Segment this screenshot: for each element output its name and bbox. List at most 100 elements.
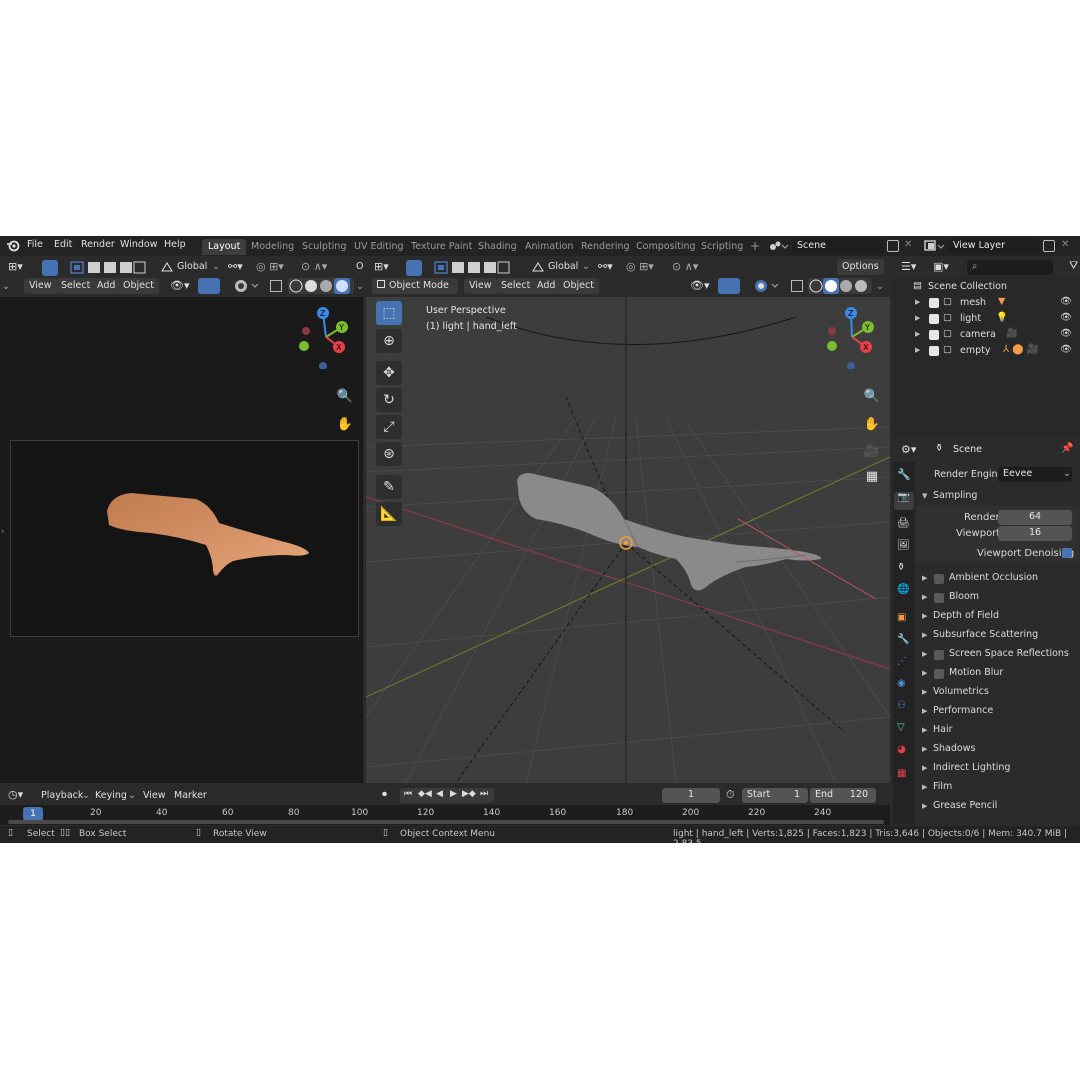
overlay-toggle-icon[interactable] — [754, 279, 782, 293]
menu-keying[interactable]: Keying — [95, 790, 127, 801]
scale-tool-icon[interactable]: ⤢ — [376, 415, 402, 439]
cursor-tool-icon[interactable]: ⊕ — [376, 329, 402, 353]
new-scene-icon[interactable] — [887, 240, 899, 252]
perspective-toggle-icon[interactable]: ▦ — [861, 466, 883, 488]
mode-dropdown[interactable]: Object Mode — [372, 278, 458, 294]
end-frame-field[interactable]: End 120 — [810, 788, 876, 803]
editor-type-icon[interactable]: ☰▾ — [901, 260, 925, 274]
constraints-tab-icon[interactable]: ⚇ — [897, 700, 906, 711]
pan-hand-icon[interactable]: ✋ — [334, 414, 356, 436]
editor-type-icon[interactable]: ⊞▾ — [8, 260, 30, 274]
outliner-row-empty[interactable]: ▶ ▢ empty ⅄ ⬤ 🎥 👁 — [893, 343, 1080, 359]
annotate-tool-icon[interactable]: ✎ — [376, 475, 402, 499]
world-tab-icon[interactable]: 🌐 — [897, 584, 909, 595]
zoom-icon[interactable]: 🔍 — [861, 386, 883, 408]
exclude-checkbox[interactable] — [929, 314, 939, 324]
expand-arrow-icon[interactable]: ▶ — [915, 330, 920, 338]
tab-sculpting[interactable]: Sculpting — [296, 239, 352, 255]
proportional-edit-icon[interactable]: ⊙ ∧▾ — [672, 260, 712, 274]
tab-texture-paint[interactable]: Texture Paint — [405, 239, 478, 255]
panel-grease-pencil[interactable]: ▶ Grease Pencil — [916, 798, 1079, 816]
shading-mode-icons[interactable] — [288, 278, 354, 294]
particles-tab-icon[interactable]: ⋰ — [897, 656, 907, 667]
pivot-point-icon[interactable]: ⚯▾ — [228, 260, 248, 274]
play-icon[interactable]: ▶ — [450, 789, 457, 799]
outliner-row-mesh[interactable]: ▶ ▢ mesh ▼ 👁 — [893, 295, 1080, 311]
xray-toggle-icon[interactable] — [791, 280, 803, 292]
exclude-checkbox[interactable] — [929, 346, 939, 356]
tweak-tool-icon[interactable] — [406, 260, 422, 276]
panel-enable-checkbox[interactable] — [934, 650, 944, 660]
menu-marker[interactable]: Marker — [174, 790, 207, 801]
orientation-icon[interactable] — [160, 261, 174, 273]
menu-render[interactable]: Render — [81, 239, 115, 250]
render-engine-dropdown[interactable]: Eevee — [998, 467, 1072, 482]
expand-arrow-icon[interactable]: ▶ — [915, 298, 920, 306]
expand-arrow-icon[interactable]: ▶ — [915, 346, 920, 354]
prev-keyframe-icon[interactable]: ◆◀ — [418, 789, 432, 799]
outliner-search-input[interactable]: ⌕ — [967, 260, 1053, 275]
viewport-denoising-checkbox[interactable] — [1062, 548, 1072, 558]
snap-icon[interactable]: ◎ ⊞▾ — [626, 260, 666, 274]
scene-browse-icon[interactable] — [768, 240, 789, 252]
scene-name-field[interactable]: Scene — [792, 239, 884, 254]
view-layer-browse-icon[interactable] — [924, 240, 946, 252]
tab-animation[interactable]: Animation — [519, 239, 579, 255]
toolbar-expand-icon[interactable]: › — [1, 527, 5, 537]
panel-performance[interactable]: ▶ Performance — [916, 703, 1079, 721]
selection-mode-icons[interactable] — [70, 261, 146, 274]
add-workspace-button[interactable]: + — [744, 237, 766, 253]
pin-icon[interactable]: 📌 — [1061, 443, 1073, 454]
display-mode-icon[interactable]: ▣▾ — [933, 260, 957, 274]
navigation-gizmo[interactable]: Z Y X — [296, 305, 356, 369]
tab-shading[interactable]: Shading — [472, 239, 523, 255]
view-layer-field[interactable]: View Layer — [948, 239, 1040, 254]
main-viewport[interactable]: ⊞▾ Global ⌄ ⚯▾ ◎ ⊞▾ ⊙ ∧▾ Options Object … — [366, 257, 890, 783]
timeline-ruler[interactable]: 1 20 40 60 80 100 120 140 160 180 200 22… — [0, 805, 890, 825]
exclude-checkbox[interactable] — [929, 298, 939, 308]
overlay-toggle-icon[interactable] — [234, 279, 262, 293]
tab-scripting[interactable]: Scripting — [695, 239, 749, 255]
scene-tab-icon[interactable]: ⚱ — [897, 562, 905, 573]
delete-view-layer-icon[interactable]: ✕ — [1061, 239, 1069, 250]
delete-scene-icon[interactable]: ✕ — [904, 239, 912, 250]
panel-motion-blur[interactable]: ▶ Motion Blur — [916, 665, 1079, 683]
tool-tab-icon[interactable]: 🔧 — [897, 468, 911, 481]
panel-enable-checkbox[interactable] — [934, 669, 944, 679]
data-tab-icon[interactable]: ▽ — [897, 722, 905, 733]
stopwatch-icon[interactable]: ⏱ — [726, 788, 735, 802]
outliner-row-light[interactable]: ▶ ▢ light 💡 👁 — [893, 311, 1080, 327]
panel-depth-of-field[interactable]: ▶ Depth of Field — [916, 608, 1079, 626]
menu-help[interactable]: Help — [164, 239, 186, 250]
texture-tab-icon[interactable]: ▦ — [897, 768, 906, 779]
zoom-icon[interactable]: 🔍 — [334, 386, 356, 408]
tweak-tool-icon[interactable] — [42, 260, 58, 276]
measure-tool-icon[interactable]: 📐 — [376, 502, 402, 526]
tab-rendering[interactable]: Rendering — [575, 239, 636, 255]
tab-layout[interactable]: Layout — [202, 239, 247, 255]
menu-object[interactable]: Object — [558, 278, 599, 294]
editor-type-icon[interactable]: ⊞▾ — [374, 260, 396, 274]
panel-hair[interactable]: ▶ Hair — [916, 722, 1079, 740]
play-reverse-icon[interactable]: ◀ — [436, 789, 443, 799]
left-viewport[interactable]: ⊞▾ Global ⌄ ⚯▾ ◎ ⊞▾ ⊙ ∧▾ O ⌄ View Select… — [0, 257, 364, 783]
pan-hand-icon[interactable]: ✋ — [861, 414, 883, 436]
panel-indirect-lighting[interactable]: ▶ Indirect Lighting — [916, 760, 1079, 778]
eye-icon[interactable]: 👁 — [1060, 296, 1072, 307]
visibility-icon[interactable]: 👁▾ — [690, 279, 714, 293]
menu-window[interactable]: Window — [120, 239, 157, 250]
selection-mode-icons[interactable] — [434, 261, 510, 274]
panel-bloom[interactable]: ▶ Bloom — [916, 589, 1079, 607]
expand-arrow-icon[interactable]: ▶ — [915, 314, 920, 322]
current-frame-field[interactable]: 1 — [662, 788, 720, 803]
orientation-dropdown[interactable]: Global — [548, 261, 578, 272]
menu-view[interactable]: View — [143, 790, 166, 801]
viewport-samples-field[interactable]: 16 — [998, 526, 1072, 541]
menu-edit[interactable]: Edit — [54, 239, 72, 250]
panel-volumetrics[interactable]: ▶ Volumetrics — [916, 684, 1079, 702]
menu-select[interactable]: Select — [56, 278, 96, 294]
output-tab-icon[interactable]: 🖨 — [897, 518, 910, 529]
orientation-icon[interactable] — [531, 261, 545, 273]
filter-icon[interactable]: ⛛ — [1069, 259, 1078, 273]
panel-enable-checkbox[interactable] — [934, 593, 944, 603]
